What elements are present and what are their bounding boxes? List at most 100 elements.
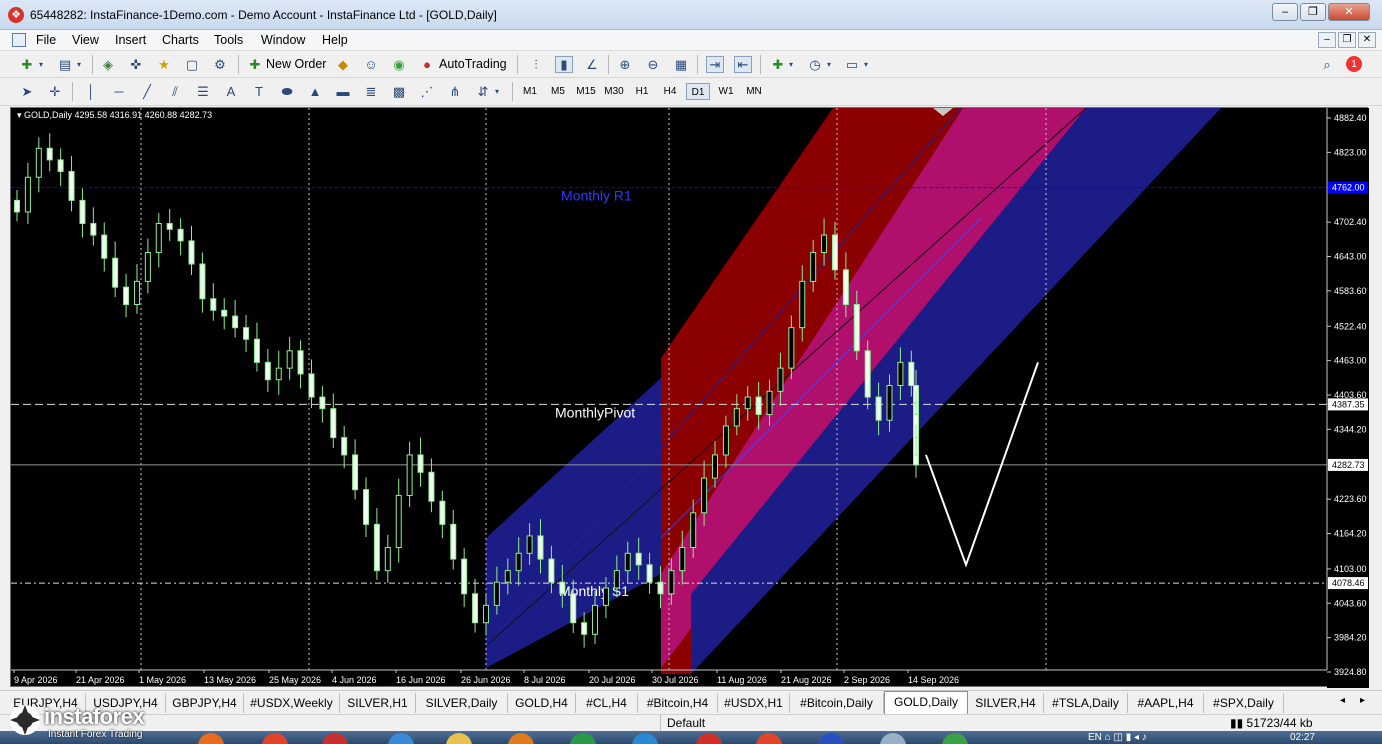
tf-w1[interactable]: W1 [714,83,738,100]
terminal-icon[interactable]: ▢ [183,56,201,73]
tile-windows-icon[interactable]: ▦ [672,56,690,73]
chrome-icon[interactable] [262,733,288,744]
chart-tab[interactable]: SILVER,H4 [968,693,1044,713]
chart-tab[interactable]: SILVER,Daily [416,693,508,713]
tf-m5[interactable]: M5 [546,83,570,100]
taskbar-app-icon[interactable] [198,733,224,744]
minimize-button[interactable]: – [1272,3,1298,21]
price-chart[interactable]: Monthly R1 MonthlyPivot Monthly S1 4882.40… [10,107,1369,688]
tf-m15[interactable]: M15 [574,83,598,100]
menu-charts[interactable]: Charts [162,33,199,47]
chevron-down-icon[interactable]: ▾ [786,56,796,73]
autoscroll-icon[interactable]: ⇥ [706,56,724,73]
line-chart-icon[interactable]: ∠ [583,56,601,73]
tf-h4[interactable]: H4 [658,83,682,100]
periods-icon[interactable]: ◷ [806,56,824,73]
chevron-down-icon[interactable]: ▾ [861,56,871,73]
equidistant-channel-icon[interactable]: ⫽ [166,83,184,100]
settings-app-icon[interactable] [696,733,722,744]
chart-tab[interactable]: #AAPL,H4 [1128,693,1204,713]
tf-m1[interactable]: M1 [518,83,542,100]
tf-d1[interactable]: D1 [686,83,710,100]
chart-tab[interactable]: GOLD,H4 [508,693,576,713]
expert-icon[interactable]: ◆ [334,56,352,73]
tf-m30[interactable]: M30 [602,83,626,100]
explorer-icon[interactable] [446,733,472,744]
indicators-icon[interactable]: ✚ [769,56,787,73]
text-icon[interactable]: A [222,83,240,100]
chevron-down-icon[interactable]: ▾ [74,56,84,73]
autotrading-button[interactable]: AutoTrading [439,55,507,74]
chart-tab[interactable]: #USDX,Weekly [244,693,340,713]
menu-file[interactable]: File [36,33,56,47]
menu-window[interactable]: Window [261,33,305,47]
zoom-out-icon[interactable]: ⊖ [644,56,662,73]
chrome-icon[interactable] [756,733,782,744]
chevron-down-icon[interactable]: ▾ [492,83,502,100]
menu-help[interactable]: Help [322,33,348,47]
signals-icon[interactable]: ☺ [362,56,380,73]
templates-icon[interactable]: ▭ [843,56,861,73]
strategy-tester-icon[interactable]: ⚙ [211,56,229,73]
mdi-close-button[interactable]: ✕ [1358,32,1376,48]
ie-icon[interactable] [388,733,414,744]
chevron-down-icon[interactable]: ▾ [36,56,46,73]
chart-tab[interactable]: #CL,H4 [576,693,638,713]
mdi-minimize-button[interactable]: – [1318,32,1336,48]
autotrading-icon[interactable]: ● [418,56,436,73]
navigator-icon[interactable]: ★ [155,56,173,73]
menu-insert[interactable]: Insert [115,33,146,47]
gann-grid-icon[interactable]: ▩ [390,83,408,100]
chart-window-icon[interactable] [12,33,26,47]
search-icon[interactable]: ⌕ [1318,56,1336,73]
fibo-fan-icon[interactable]: ≣ [362,83,380,100]
ellipse-icon[interactable]: ⬬ [278,83,296,100]
trendline-icon[interactable]: ╱ [138,83,156,100]
fibonacci-icon[interactable]: ☰ [194,83,212,100]
tab-scroll-right-icon[interactable]: ▸ [1360,695,1365,706]
menu-view[interactable]: View [72,33,99,47]
chart-tab[interactable]: GOLD,Daily [884,691,968,714]
arrows-icon[interactable]: ⇵ [474,83,492,100]
notification-badge[interactable]: 1 [1346,56,1362,72]
text-label-icon[interactable]: T [250,83,268,100]
andrews-pitchfork-icon[interactable]: ⋔ [446,83,464,100]
new-chart-icon[interactable]: ✚ [18,56,36,73]
cursor-icon[interactable]: ➤ [18,83,36,100]
tf-mn[interactable]: MN [742,83,766,100]
market-watch-icon[interactable]: ◈ [99,56,117,73]
chart-tab[interactable]: SILVER,H1 [340,693,416,713]
chart-canvas[interactable]: Monthly R1MonthlyPivotMonthly S1 4882.40… [11,108,1369,688]
new-order-button[interactable]: New Order [266,55,326,74]
triangle-icon[interactable]: ▲ [306,83,324,100]
zoom-in-icon[interactable]: ⊕ [616,56,634,73]
restore-button[interactable]: ❐ [1300,3,1326,21]
chart-tab[interactable]: #TSLA,Daily [1044,693,1128,713]
vertical-line-icon[interactable]: │ [82,83,100,100]
app-icon[interactable] [942,733,968,744]
candlestick-icon[interactable]: ▮ [555,56,573,73]
mdi-restore-button[interactable]: ❐ [1338,32,1356,48]
gann-fan-icon[interactable]: ⋰ [418,83,436,100]
terminal-app-icon[interactable] [818,733,844,744]
tf-h1[interactable]: H1 [630,83,654,100]
chart-shift-icon[interactable]: ⇤ [734,56,752,73]
chevron-down-icon[interactable]: ▾ [824,56,834,73]
chart-tab[interactable]: #USDX,H1 [718,693,790,713]
market-icon[interactable]: ◉ [390,56,408,73]
horizontal-line-icon[interactable]: ─ [110,83,128,100]
firefox-icon[interactable] [508,733,534,744]
data-window-icon[interactable]: ✜ [127,56,145,73]
menu-tools[interactable]: Tools [214,33,243,47]
rectangle-icon[interactable]: ▬ [334,83,352,100]
notepad-icon[interactable] [880,733,906,744]
opera-icon[interactable] [322,733,348,744]
chart-tab[interactable]: #Bitcoin,H4 [638,693,718,713]
tab-scroll-left-icon[interactable]: ◂ [1340,695,1345,706]
new-order-icon[interactable]: ✚ [246,56,264,73]
profiles-icon[interactable]: ▤ [56,56,74,73]
chart-tab[interactable]: #SPX,Daily [1204,693,1284,713]
close-button[interactable]: ✕ [1328,3,1370,21]
media-icon[interactable] [570,733,596,744]
crosshair-icon[interactable]: ✛ [46,83,64,100]
